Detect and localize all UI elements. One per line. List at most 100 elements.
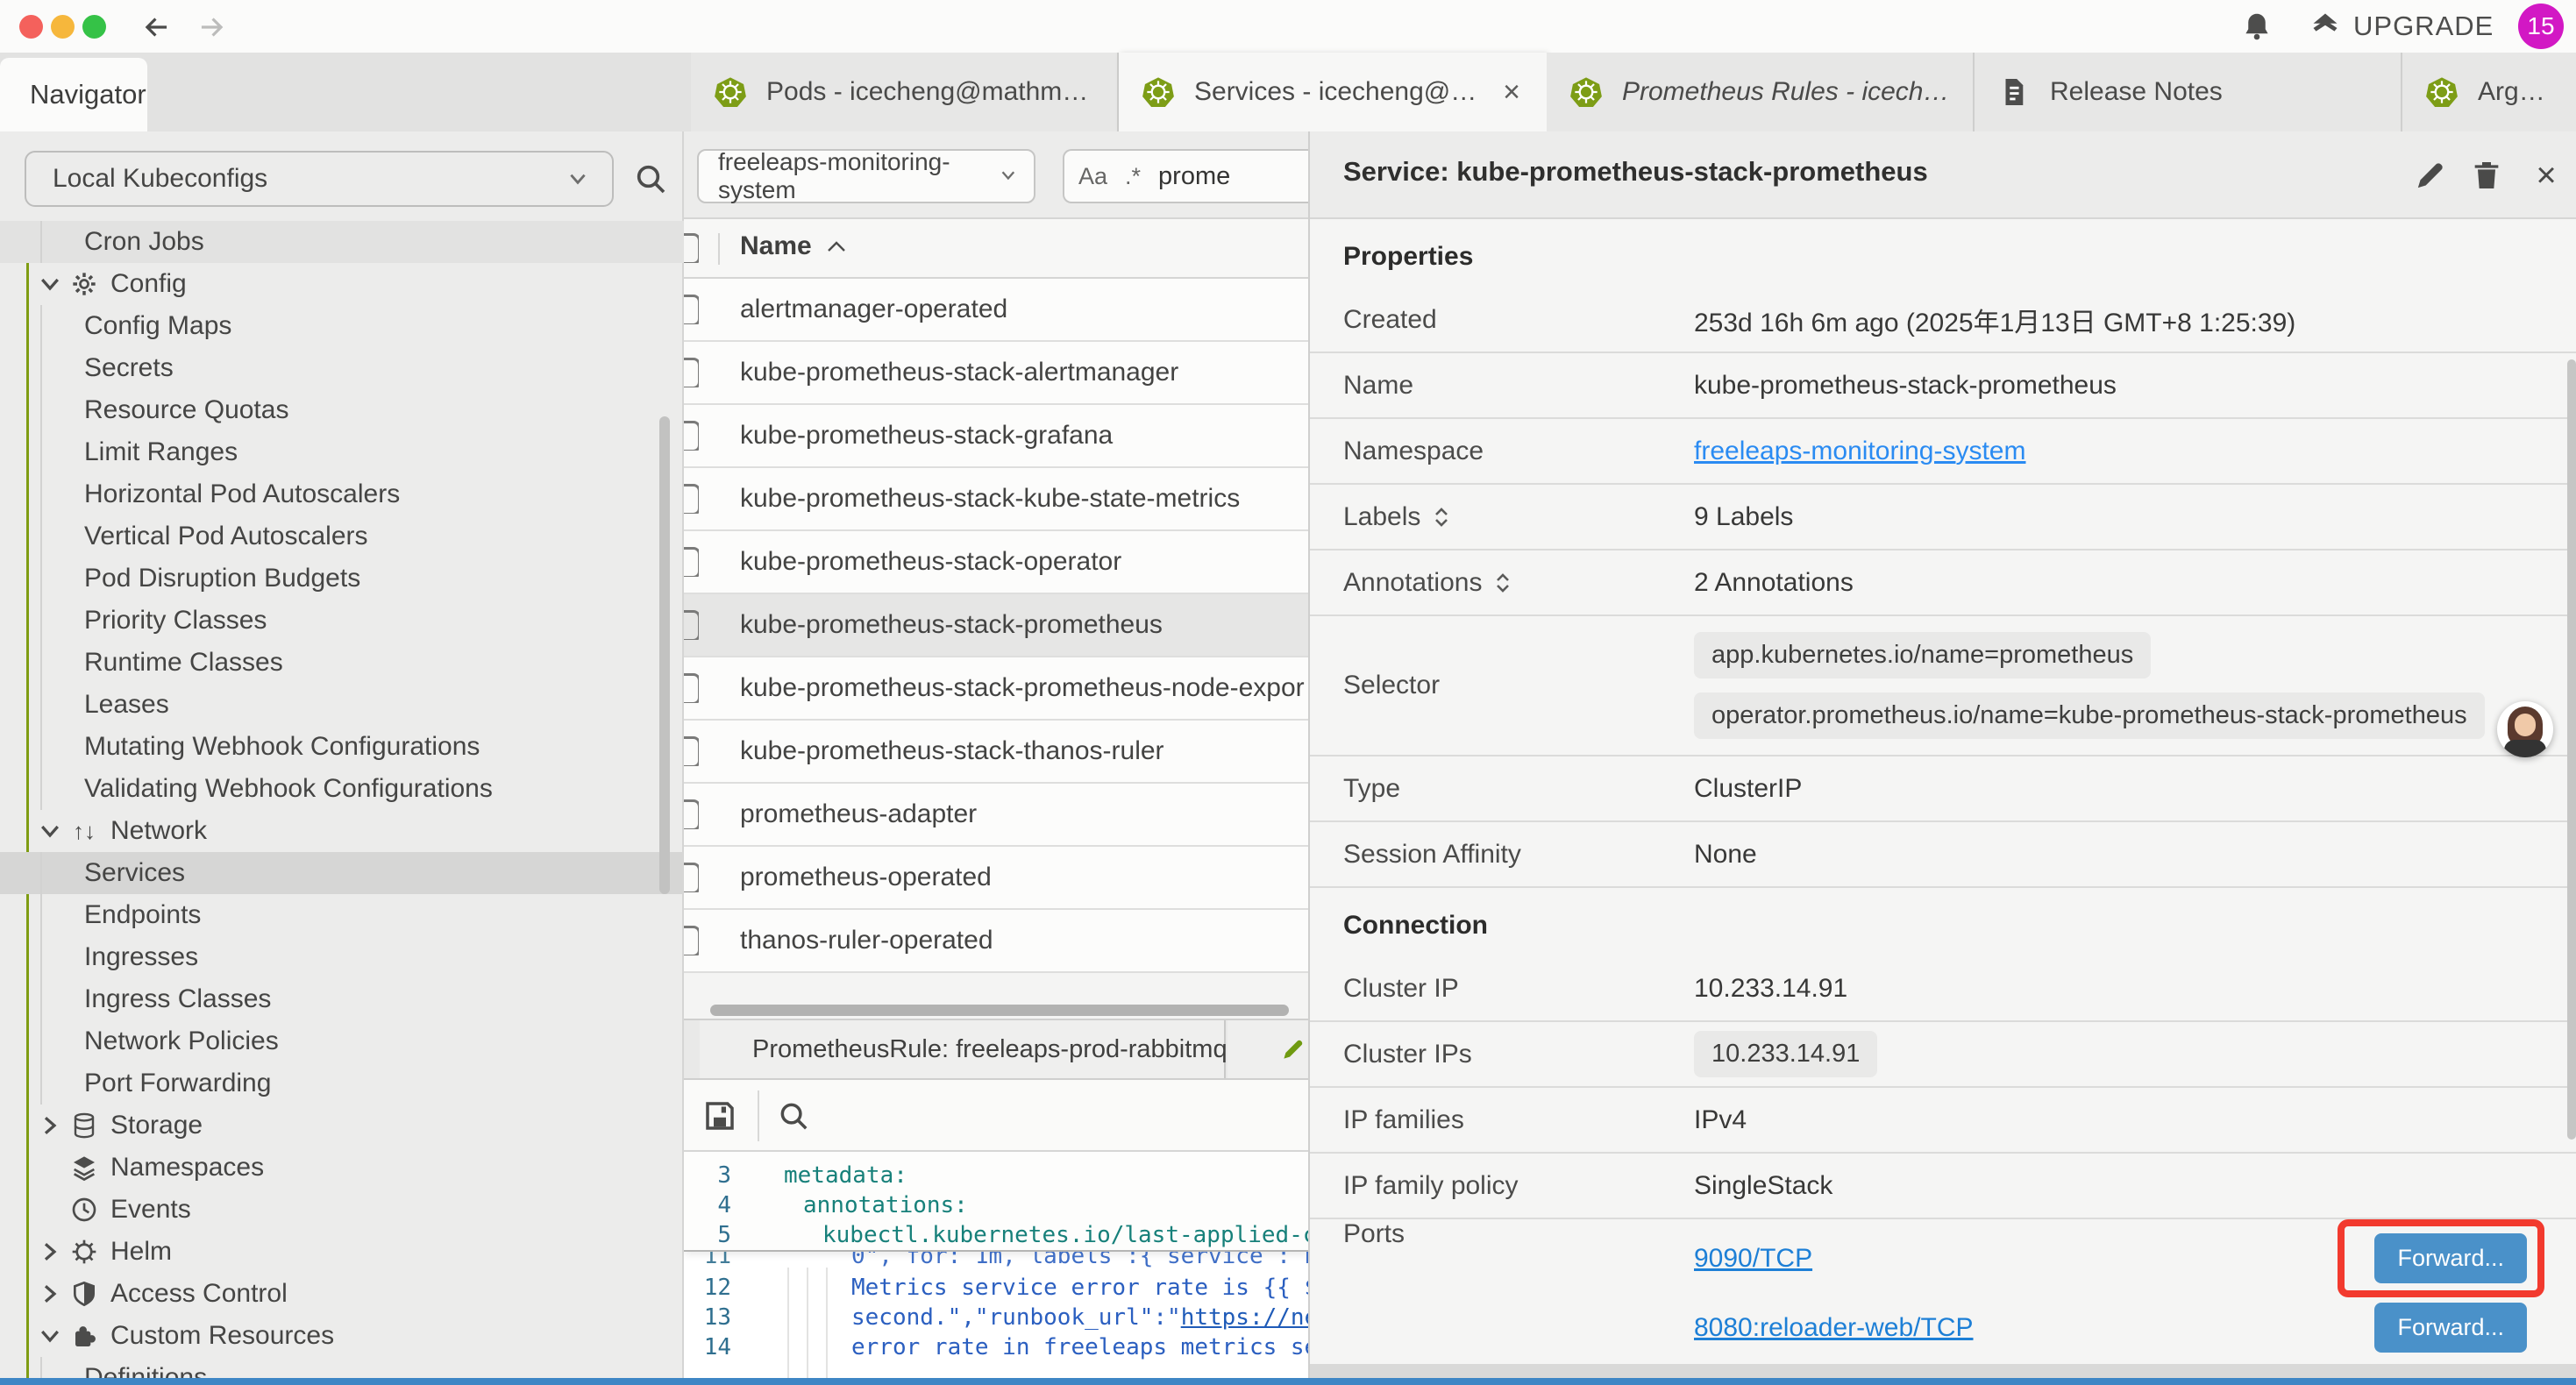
sidebar-item-validating-webhook-configurations[interactable]: Validating Webhook Configurations bbox=[0, 768, 684, 810]
sidebar-item-pod-disruption-budgets[interactable]: Pod Disruption Budgets bbox=[0, 558, 684, 600]
name-column-header[interactable]: Name bbox=[740, 231, 847, 261]
editor-tab-prometheusrule[interactable]: PrometheusRule: freeleaps-prod-rabbitmq bbox=[700, 1020, 1226, 1078]
table-row-kube-prometheus-stack-prometheus[interactable]: kube-prometheus-stack-prometheus bbox=[684, 594, 1308, 657]
sidebar-item-services[interactable]: Services bbox=[0, 852, 684, 894]
sidebar-item-resource-quotas[interactable]: Resource Quotas bbox=[0, 389, 684, 431]
sort-ascending-icon bbox=[826, 239, 847, 253]
chevron-down-icon[interactable] bbox=[37, 271, 63, 297]
row-checkbox[interactable] bbox=[684, 421, 699, 451]
sidebar-item-priority-classes[interactable]: Priority Classes bbox=[0, 600, 684, 642]
select-all-checkbox[interactable] bbox=[684, 233, 699, 263]
sidebar-item-port-forwarding[interactable]: Port Forwarding bbox=[0, 1062, 684, 1104]
table-horizontal-scrollbar[interactable] bbox=[710, 1005, 1289, 1016]
sidebar-item-runtime-classes[interactable]: Runtime Classes bbox=[0, 642, 684, 684]
sidebar-item-namespaces[interactable]: Namespaces bbox=[0, 1147, 684, 1189]
service-search-input[interactable]: Aa .* prome bbox=[1063, 149, 1308, 203]
navigator-panel-tab[interactable]: Navigator bbox=[0, 58, 147, 131]
sidebar-item-config[interactable]: Config bbox=[0, 263, 684, 305]
row-checkbox[interactable] bbox=[684, 673, 699, 703]
trash-icon[interactable] bbox=[2469, 158, 2504, 193]
notifications-bell-icon[interactable] bbox=[2241, 11, 2273, 42]
row-checkbox[interactable] bbox=[684, 484, 699, 514]
forward-icon[interactable] bbox=[195, 11, 228, 44]
sidebar-item-ingress-classes[interactable]: Ingress Classes bbox=[0, 978, 684, 1020]
window-close-button[interactable] bbox=[19, 15, 43, 39]
chevron-right-icon[interactable] bbox=[37, 1112, 63, 1139]
forward-button[interactable]: Forward... bbox=[2374, 1233, 2527, 1283]
sidebar-item-helm[interactable]: Helm bbox=[0, 1231, 684, 1273]
avatar[interactable] bbox=[2497, 701, 2553, 757]
editor-tab-next[interactable] bbox=[1228, 1020, 1308, 1078]
window-zoom-button[interactable] bbox=[82, 15, 106, 39]
table-row-kube-prometheus-stack-grafana[interactable]: kube-prometheus-stack-grafana bbox=[684, 405, 1308, 468]
row-checkbox[interactable] bbox=[684, 863, 699, 892]
sidebar-item-horizontal-pod-autoscalers[interactable]: Horizontal Pod Autoscalers bbox=[0, 473, 684, 515]
match-case-toggle[interactable]: Aa bbox=[1078, 163, 1107, 190]
table-row-kube-prometheus-stack-alertmanager[interactable]: kube-prometheus-stack-alertmanager bbox=[684, 342, 1308, 405]
editor-search-icon[interactable] bbox=[777, 1099, 810, 1133]
search-query-text: prome bbox=[1158, 162, 1230, 191]
forward-button[interactable]: Forward... bbox=[2374, 1303, 2527, 1353]
sidebar-item-ingresses[interactable]: Ingresses bbox=[0, 936, 684, 978]
account-badge[interactable]: 15 bbox=[2518, 4, 2564, 49]
sidebar-item-network-policies[interactable]: Network Policies bbox=[0, 1020, 684, 1062]
table-row-prometheus-operated[interactable]: prometheus-operated bbox=[684, 847, 1308, 910]
chevron-down-icon[interactable] bbox=[37, 1323, 63, 1349]
chevron-right-icon[interactable] bbox=[37, 1239, 63, 1265]
row-checkbox[interactable] bbox=[684, 358, 699, 387]
row-checkbox[interactable] bbox=[684, 736, 699, 766]
chevron-right-icon[interactable] bbox=[37, 1281, 63, 1307]
sidebar-item-custom-resources[interactable]: Custom Resources bbox=[0, 1315, 684, 1357]
expand-collapse-icon[interactable] bbox=[1494, 568, 1512, 598]
port-link[interactable]: 8080:reloader-web/TCP bbox=[1694, 1313, 1974, 1343]
detail-label: Type bbox=[1343, 774, 1694, 804]
edit-pencil-icon[interactable] bbox=[2413, 158, 2448, 193]
table-row-kube-prometheus-stack-kube-state-metrics[interactable]: kube-prometheus-stack-kube-state-metrics bbox=[684, 468, 1308, 531]
app-tab-services[interactable]: Services - icecheng@math...× bbox=[1119, 53, 1547, 131]
sidebar-item-access-control[interactable]: Access Control bbox=[0, 1273, 684, 1315]
row-checkbox[interactable] bbox=[684, 547, 699, 577]
back-icon[interactable] bbox=[140, 11, 174, 44]
sidebar-item-events[interactable]: Events bbox=[0, 1189, 684, 1231]
row-checkbox[interactable] bbox=[684, 799, 699, 829]
regex-toggle[interactable]: .* bbox=[1125, 163, 1141, 190]
upgrade-button[interactable]: UPGRADE bbox=[2309, 9, 2494, 44]
detail-scrollbar[interactable] bbox=[2567, 359, 2576, 1140]
table-row-prometheus-adapter[interactable]: prometheus-adapter bbox=[684, 784, 1308, 847]
app-tab-argo[interactable]: Argo Se bbox=[2402, 53, 2576, 131]
namespace-filter-dropdown[interactable]: freeleaps-monitoring-system bbox=[697, 149, 1035, 203]
table-row-alertmanager-operated[interactable]: alertmanager-operated bbox=[684, 279, 1308, 342]
sidebar-item-storage[interactable]: Storage bbox=[0, 1104, 684, 1147]
row-checkbox[interactable] bbox=[684, 295, 699, 324]
sidebar-item-limit-ranges[interactable]: Limit Ranges bbox=[0, 431, 684, 473]
sidebar-item-vertical-pod-autoscalers[interactable]: Vertical Pod Autoscalers bbox=[0, 515, 684, 558]
save-icon[interactable] bbox=[701, 1097, 738, 1134]
table-row-kube-prometheus-stack-operator[interactable]: kube-prometheus-stack-operator bbox=[684, 531, 1308, 594]
sidebar-item-network[interactable]: ↑↓Network bbox=[0, 810, 684, 852]
tab-close-icon[interactable]: × bbox=[1499, 75, 1524, 110]
close-icon[interactable]: × bbox=[2529, 158, 2564, 193]
chevron-down-icon[interactable] bbox=[37, 818, 63, 844]
sidebar-item-leases[interactable]: Leases bbox=[0, 684, 684, 726]
window-minimize-button[interactable] bbox=[51, 15, 75, 39]
sidebar-item-endpoints[interactable]: Endpoints bbox=[0, 894, 684, 936]
sidebar-item-mutating-webhook-configurations[interactable]: Mutating Webhook Configurations bbox=[0, 726, 684, 768]
kubeconfig-selector[interactable]: Local Kubeconfigs bbox=[25, 151, 614, 207]
table-row-kube-prometheus-stack-thanos-ruler[interactable]: kube-prometheus-stack-thanos-ruler bbox=[684, 721, 1308, 784]
app-tab-release[interactable]: Release Notes bbox=[1975, 53, 2402, 131]
expand-collapse-icon[interactable] bbox=[1433, 502, 1450, 532]
row-checkbox[interactable] bbox=[684, 610, 699, 640]
app-tab-prometheus[interactable]: Prometheus Rules - icecheng... bbox=[1547, 53, 1975, 131]
search-icon[interactable] bbox=[633, 161, 668, 196]
sidebar-item-cron-jobs[interactable]: Cron Jobs bbox=[0, 221, 684, 263]
namespace-link[interactable]: freeleaps-monitoring-system bbox=[1694, 437, 2025, 465]
table-row-thanos-ruler-operated[interactable]: thanos-ruler-operated bbox=[684, 910, 1308, 973]
yaml-editor[interactable]: 3metadata:4annotations:5kubectl.kubernet… bbox=[684, 1152, 1308, 1385]
sidebar-scrollbar[interactable] bbox=[659, 416, 670, 894]
sidebar-item-secrets[interactable]: Secrets bbox=[0, 347, 684, 389]
row-checkbox[interactable] bbox=[684, 926, 699, 955]
port-link[interactable]: 9090/TCP bbox=[1694, 1244, 1812, 1274]
sidebar-item-config-maps[interactable]: Config Maps bbox=[0, 305, 684, 347]
app-tab-pods[interactable]: Pods - icecheng@mathmas... bbox=[691, 53, 1119, 131]
table-row-kube-prometheus-stack-prometheus-node-expor[interactable]: kube-prometheus-stack-prometheus-node-ex… bbox=[684, 657, 1308, 721]
